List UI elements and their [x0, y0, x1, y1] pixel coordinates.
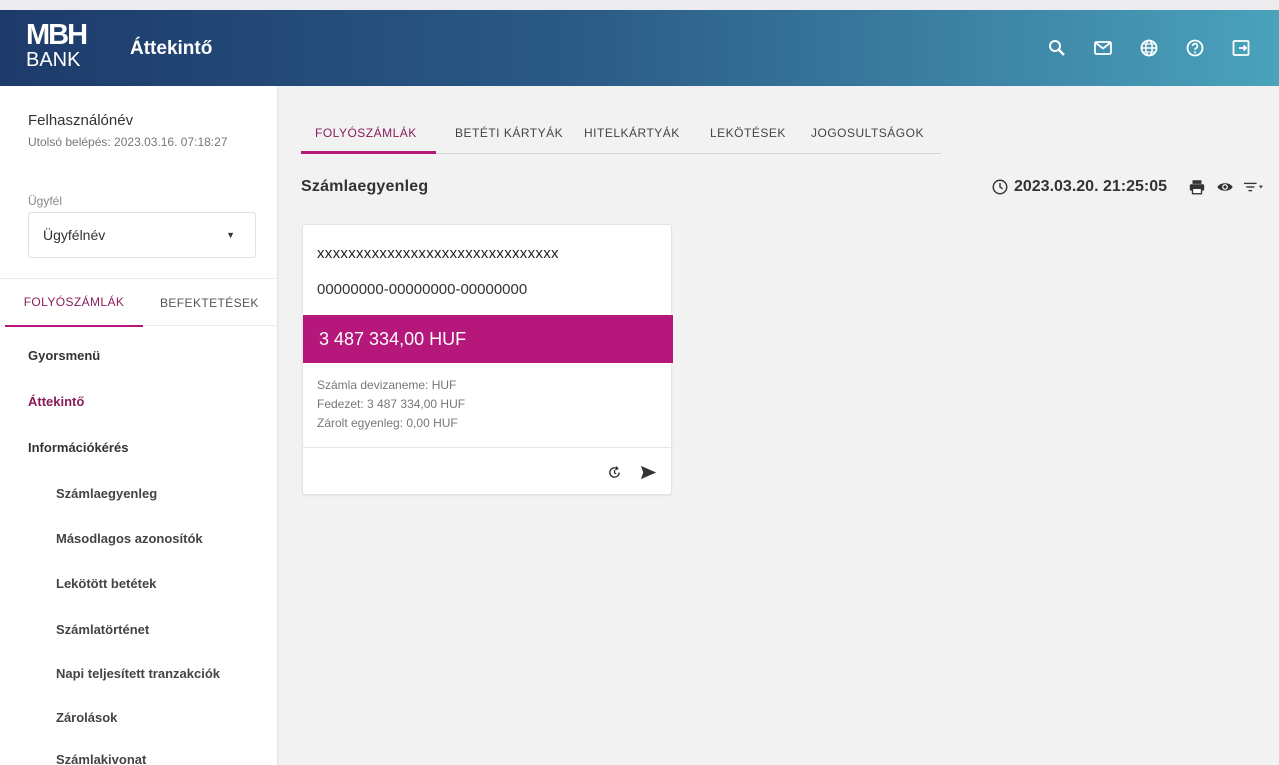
- sidebar-item-masodlagos-azonositok[interactable]: Másodlagos azonosítók: [56, 531, 203, 546]
- sidebar-item-informaciokeres[interactable]: Információkérés: [28, 440, 128, 455]
- filter-icon[interactable]: [1239, 175, 1267, 199]
- client-select-value: Ügyfélnév: [43, 227, 106, 243]
- history-icon[interactable]: [603, 462, 625, 482]
- blocked-balance-line: Zárolt egyenleg: 0,00 HUF: [317, 416, 458, 430]
- print-icon[interactable]: [1183, 175, 1211, 199]
- sidebar-item-napi-teljesitett-tranzakciok[interactable]: Napi teljesített tranzakciók: [56, 666, 220, 681]
- tab-folyoszamlak[interactable]: FOLYÓSZÁMLÁK: [315, 126, 417, 140]
- eye-icon[interactable]: [1211, 175, 1239, 199]
- sidebar: Felhasználónév Utolsó belépés: 2023.03.1…: [0, 86, 278, 765]
- coverage-line: Fedezet: 3 487 334,00 HUF: [317, 397, 466, 411]
- send-icon[interactable]: [637, 462, 659, 482]
- account-number: 00000000-00000000-00000000: [317, 281, 528, 298]
- sidebar-item-szamlaegyenleg[interactable]: Számlaegyenleg: [56, 486, 157, 501]
- sidebar-tab-befektetesek[interactable]: BEFEKTETÉSEK: [160, 279, 259, 327]
- globe-icon[interactable]: [1137, 36, 1161, 60]
- sidebar-item-zarolasok[interactable]: Zárolások: [56, 710, 117, 725]
- logout-icon[interactable]: [1229, 36, 1253, 60]
- clock-icon: [992, 179, 1008, 195]
- logo-line1: MBH: [26, 19, 88, 51]
- section-title: Számlaegyenleg: [301, 178, 429, 195]
- bank-logo[interactable]: MBH BANK: [26, 19, 96, 76]
- main-content: FOLYÓSZÁMLÁK BETÉTI KÁRTYÁK HITELKÁRTYÁK…: [279, 86, 1279, 765]
- top-strip: [0, 0, 1279, 10]
- account-balance: 3 487 334,00 HUF: [303, 315, 673, 363]
- refresh-timestamp: 2023.03.20. 21:25:05: [991, 178, 1167, 196]
- account-name: xxxxxxxxxxxxxxxxxxxxxxxxxxxxxxx: [317, 245, 559, 262]
- tab-jogosultsagok[interactable]: JOGOSULTSÁGOK: [811, 126, 924, 140]
- active-tab-indicator: [301, 151, 436, 154]
- last-login: Utolsó belépés: 2023.03.16. 07:18:27: [28, 135, 228, 149]
- currency-line: Számla devizaneme: HUF: [317, 378, 457, 392]
- client-label: Ügyfél: [28, 194, 63, 208]
- card-footer: [303, 447, 673, 496]
- sidebar-item-lekotott-betetek[interactable]: Lekötött betétek: [56, 576, 156, 591]
- header-actions: [1045, 36, 1253, 60]
- tab-lekotesek[interactable]: LEKÖTÉSEK: [710, 126, 786, 140]
- sidebar-tab-folyoszamlak[interactable]: FOLYÓSZÁMLÁK: [5, 279, 143, 327]
- card-actions: [603, 462, 659, 482]
- sidebar-item-szamlakivonat[interactable]: Számlakivonat: [56, 752, 146, 765]
- help-icon[interactable]: [1183, 36, 1207, 60]
- caret-down-icon: ▼: [226, 230, 235, 240]
- tab-hitelkartyak[interactable]: HITELKÁRTYÁK: [584, 126, 680, 140]
- page-title: Áttekintő: [130, 38, 213, 59]
- client-select[interactable]: Ügyfélnév ▼: [28, 212, 256, 258]
- balance-value: 3 487 334,00 HUF: [319, 328, 467, 349]
- user-name: Felhasználónév: [28, 112, 134, 129]
- app-header: MBH BANK Áttekintő: [0, 10, 1279, 86]
- timestamp-value: 2023.03.20. 21:25:05: [1013, 178, 1167, 195]
- sidebar-item-gyorsmenu[interactable]: Gyorsmenü: [28, 348, 100, 363]
- search-icon[interactable]: [1045, 36, 1069, 60]
- account-details: Számla devizaneme: HUF Fedezet: 3 487 33…: [317, 376, 465, 433]
- sidebar-tabs: FOLYÓSZÁMLÁK BEFEKTETÉSEK: [0, 278, 278, 327]
- balance-toolbar: 2023.03.20. 21:25:05: [991, 175, 1267, 199]
- sidebar-item-attekinto[interactable]: Áttekintő: [28, 394, 84, 409]
- sidebar-item-szamlatortenet[interactable]: Számlatörténet: [56, 622, 149, 637]
- tab-beteti-kartyak[interactable]: BETÉTI KÁRTYÁK: [455, 126, 563, 140]
- account-tabs: FOLYÓSZÁMLÁK BETÉTI KÁRTYÁK HITELKÁRTYÁK…: [301, 114, 941, 154]
- logo-line2: BANK: [26, 49, 81, 71]
- account-card[interactable]: xxxxxxxxxxxxxxxxxxxxxxxxxxxxxxx 00000000…: [302, 224, 673, 496]
- mail-icon[interactable]: [1091, 36, 1115, 60]
